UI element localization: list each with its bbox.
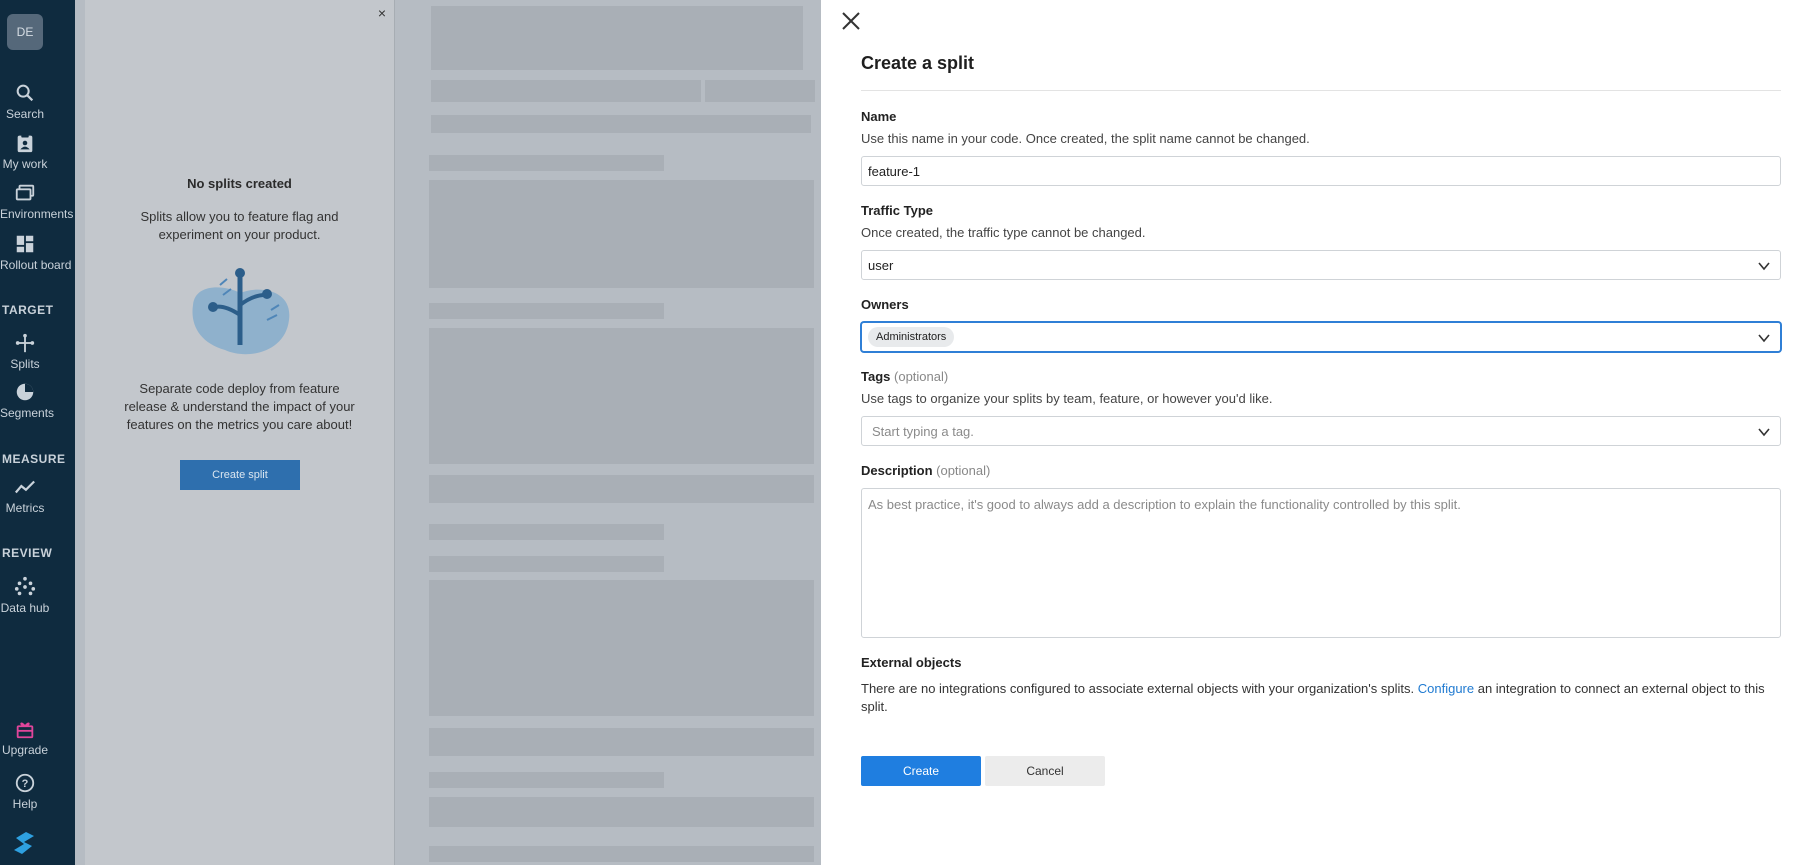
nav-section-measure: MEASURE <box>2 452 66 466</box>
create-button[interactable]: Create <box>861 756 981 786</box>
clipboard-person-icon <box>17 133 33 153</box>
nav-search-label: Search <box>5 107 45 121</box>
nav-my-work[interactable]: My work <box>0 132 50 171</box>
help-icon: ? <box>15 773 35 793</box>
external-objects-text: There are no integrations configured to … <box>861 680 1781 716</box>
skeleton-list <box>405 0 820 865</box>
owner-chip[interactable]: Administrators <box>868 327 955 347</box>
nav-help[interactable]: ? Help <box>0 772 50 811</box>
tags-label: Tags (optional) <box>861 369 948 384</box>
nav-segments[interactable]: Segments <box>0 381 55 420</box>
nav-splits[interactable]: Splits <box>0 332 50 371</box>
divider <box>861 90 1781 91</box>
skeleton-block <box>431 115 811 133</box>
configure-link[interactable]: Configure <box>1418 681 1474 696</box>
skeleton-block <box>429 797 814 827</box>
nav-metrics[interactable]: Metrics <box>0 476 50 515</box>
nav-help-label: Help <box>12 797 38 811</box>
skeleton-block <box>429 728 814 756</box>
chevron-down-icon <box>1758 262 1770 271</box>
skeleton-block <box>429 303 664 319</box>
cancel-button[interactable]: Cancel <box>985 756 1105 786</box>
nav-upgrade[interactable]: Upgrade <box>0 718 50 757</box>
skeleton-block <box>429 180 814 288</box>
chevron-down-icon <box>1758 334 1770 343</box>
empty-state-panel: × No splits created Splits allow you to … <box>85 0 395 865</box>
skeleton-block <box>429 846 814 862</box>
traffic-type-select[interactable]: user <box>861 250 1781 280</box>
description-placeholder: As best practice, it's good to always ad… <box>868 497 1461 512</box>
dots-grid-icon <box>14 576 36 596</box>
create-split-button[interactable]: Create split <box>180 460 300 490</box>
nav-rollout-board[interactable]: Rollout board <box>0 233 72 272</box>
traffic-type-label: Traffic Type <box>861 203 934 218</box>
drawer-title: Create a split <box>861 53 975 73</box>
nav-environments-label: Environments <box>0 207 74 221</box>
name-label: Name <box>861 109 897 124</box>
nav-metrics-label: Metrics <box>5 501 45 515</box>
nav-section-target: TARGET <box>2 303 54 317</box>
tags-label-text: Tags <box>861 369 891 384</box>
skeleton-block <box>429 772 664 788</box>
windows-icon <box>15 184 35 201</box>
close-icon[interactable] <box>840 10 862 32</box>
nav-rollout-board-label: Rollout board <box>0 258 72 272</box>
split-logo-icon[interactable] <box>10 828 40 858</box>
nav-data-hub-label: Data hub <box>0 601 50 615</box>
traffic-type-value: user <box>868 257 894 273</box>
tags-help: Use tags to organize your splits by team… <box>861 391 1273 406</box>
nav-upgrade-label: Upgrade <box>1 743 49 757</box>
skeleton-block <box>431 80 701 102</box>
skeleton-block <box>429 328 814 464</box>
skeleton-block <box>429 556 664 572</box>
description-label-text: Description <box>861 463 933 478</box>
nav-data-hub[interactable]: Data hub <box>0 576 50 615</box>
name-input[interactable]: feature-1 <box>861 156 1781 186</box>
external-text-before: There are no integrations configured to … <box>861 681 1418 696</box>
chevron-down-icon <box>1758 428 1770 437</box>
dashboard-icon <box>16 235 34 253</box>
tags-placeholder: Start typing a tag. <box>872 423 974 439</box>
description-label: Description (optional) <box>861 463 990 478</box>
tree-illustration-icon <box>192 268 290 355</box>
tags-input[interactable]: Start typing a tag. <box>861 416 1781 446</box>
description-optional: (optional) <box>936 463 991 478</box>
empty-state-title: No splits created <box>187 176 292 191</box>
nav-my-work-label: My work <box>2 157 48 171</box>
nav-search[interactable]: Search <box>0 82 50 121</box>
traffic-type-help: Once created, the traffic type cannot be… <box>861 225 1146 240</box>
nav-segments-label: Segments <box>0 406 55 420</box>
skeleton-block <box>705 80 815 102</box>
external-objects-label: External objects <box>861 655 962 670</box>
name-help: Use this name in your code. Once created… <box>861 131 1310 146</box>
gift-icon <box>16 722 34 739</box>
skeleton-block <box>429 524 664 540</box>
left-nav-rail: DE Search My work Environments Rollout b… <box>0 0 75 865</box>
svg-text:?: ? <box>22 778 29 790</box>
nav-section-review: REVIEW <box>2 546 53 560</box>
line-chart-icon <box>14 480 35 494</box>
close-icon[interactable]: × <box>378 5 386 21</box>
pie-chart-icon <box>16 383 34 401</box>
empty-state-description-secondary: Separate code deploy from feature releas… <box>124 381 355 432</box>
owners-select[interactable]: Administrators <box>861 322 1781 352</box>
avatar[interactable]: DE <box>7 14 43 50</box>
skeleton-block <box>431 6 803 70</box>
skeleton-block <box>429 155 664 171</box>
search-icon <box>16 84 34 102</box>
empty-state-description: Splits allow you to feature flag and exp… <box>140 209 339 242</box>
skeleton-block <box>429 475 814 503</box>
description-textarea[interactable]: As best practice, it's good to always ad… <box>861 488 1781 638</box>
skeleton-block <box>429 580 814 716</box>
split-icon <box>15 333 35 353</box>
name-input-value: feature-1 <box>868 163 921 179</box>
owners-label: Owners <box>861 297 909 312</box>
tags-optional: (optional) <box>894 369 949 384</box>
create-split-drawer: Create a split Name Use this name in you… <box>821 0 1794 865</box>
nav-splits-label: Splits <box>10 357 40 371</box>
nav-environments[interactable]: Environments <box>0 182 74 221</box>
